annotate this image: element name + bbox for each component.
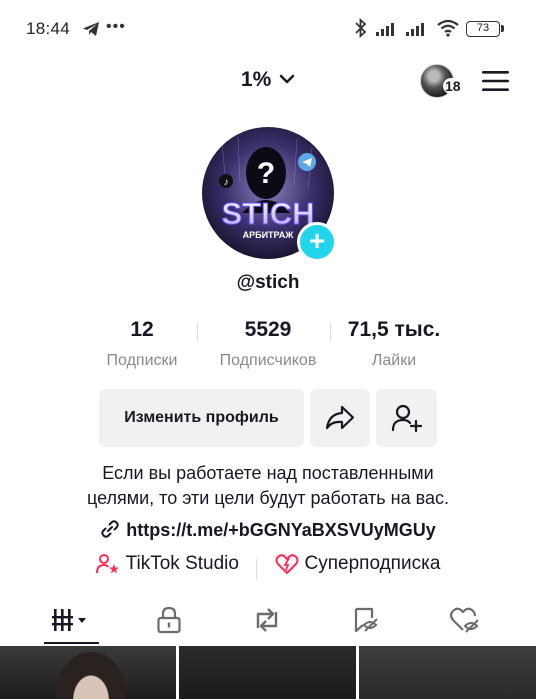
tab-reposts[interactable] [237,598,297,642]
more-dots-icon: ••• [106,18,126,35]
bio-line: Если вы работаете над поставленными [102,463,434,483]
account-name: 1% [240,68,272,91]
share-profile-button[interactable] [310,389,370,447]
stat-followers-value: 5529 [244,318,292,341]
stat-likes-label: Лайки [371,352,417,369]
stat-divider [197,323,198,341]
status-bar: 18:44 ••• 73 [0,0,536,58]
bio-line: целями, то эти цели будут работать на ва… [86,488,450,508]
wifi-icon [437,19,459,37]
video-thumbnail[interactable] [179,646,356,699]
bio-link-text: https://t.me/+bGGNYaBXSVUyMGUy [126,520,436,540]
bio: Если вы работаете над поставленными целя… [0,461,536,511]
stat-followers-label: Подписчиков [219,352,317,369]
bookmark-hidden-icon [354,607,378,633]
friends-count: 18 [443,78,463,94]
signal-icon [376,23,394,36]
stat-likes[interactable]: 71,5 тыс. Лайки [336,318,452,370]
add-user-icon [391,404,422,433]
menu-icon[interactable] [482,70,509,92]
avatar-logo-text: STICH [222,196,315,231]
svg-text:♪: ♪ [224,177,229,188]
chevron-down-icon [279,74,295,84]
stat-following-label: Подписки [106,352,178,369]
super-subscription-label: Суперподписка [304,553,441,574]
share-icon [325,405,355,430]
profile-shortcuts: TikTok Studio Суперподписка [0,553,536,581]
bluetooth-icon [355,18,367,38]
grid-videos-icon [52,609,86,631]
shortcut-divider [256,559,258,579]
super-subscription-link[interactable]: Суперподписка [275,553,441,575]
stat-likes-value: 71,5 тыс. [347,318,441,341]
stat-following[interactable]: 12 Подписки [92,318,192,370]
link-icon [101,520,119,538]
repost-icon [256,608,278,632]
tab-liked[interactable] [435,598,495,642]
stat-following-value: 12 [130,318,154,341]
studio-icon [95,554,119,574]
subscription-icon [275,554,299,574]
tiktok-studio-label: TikTok Studio [125,553,239,574]
battery-icon: 73 [466,21,500,37]
telegram-icon [83,22,99,36]
heart-hidden-icon [449,607,479,633]
avatar-logo-subtext: АРБИТРАЖ [243,230,295,240]
video-thumbnail[interactable] [0,646,176,699]
signal-icon [406,23,424,36]
add-friends-button[interactable] [376,389,437,447]
lock-icon [157,606,181,634]
stat-followers[interactable]: 5529 Подписчиков [203,318,333,370]
add-story-button[interactable]: + [297,222,337,262]
svg-text:?: ? [257,157,275,190]
stat-divider [330,323,331,341]
username[interactable]: @stich [0,272,536,294]
tab-videos[interactable] [42,598,102,642]
active-tab-indicator [44,642,99,644]
tiktok-studio-link[interactable]: TikTok Studio [95,553,239,575]
bio-link[interactable]: https://t.me/+bGGNYaBXSVUyMGUy [0,519,536,541]
edit-profile-button[interactable]: Изменить профиль [99,389,304,447]
status-time: 18:44 [26,19,71,38]
battery-cap [501,25,504,32]
video-thumbnail[interactable] [359,646,536,699]
thumbnail-image [56,652,126,699]
tab-private[interactable] [139,598,199,642]
tab-favorites[interactable] [336,598,396,642]
